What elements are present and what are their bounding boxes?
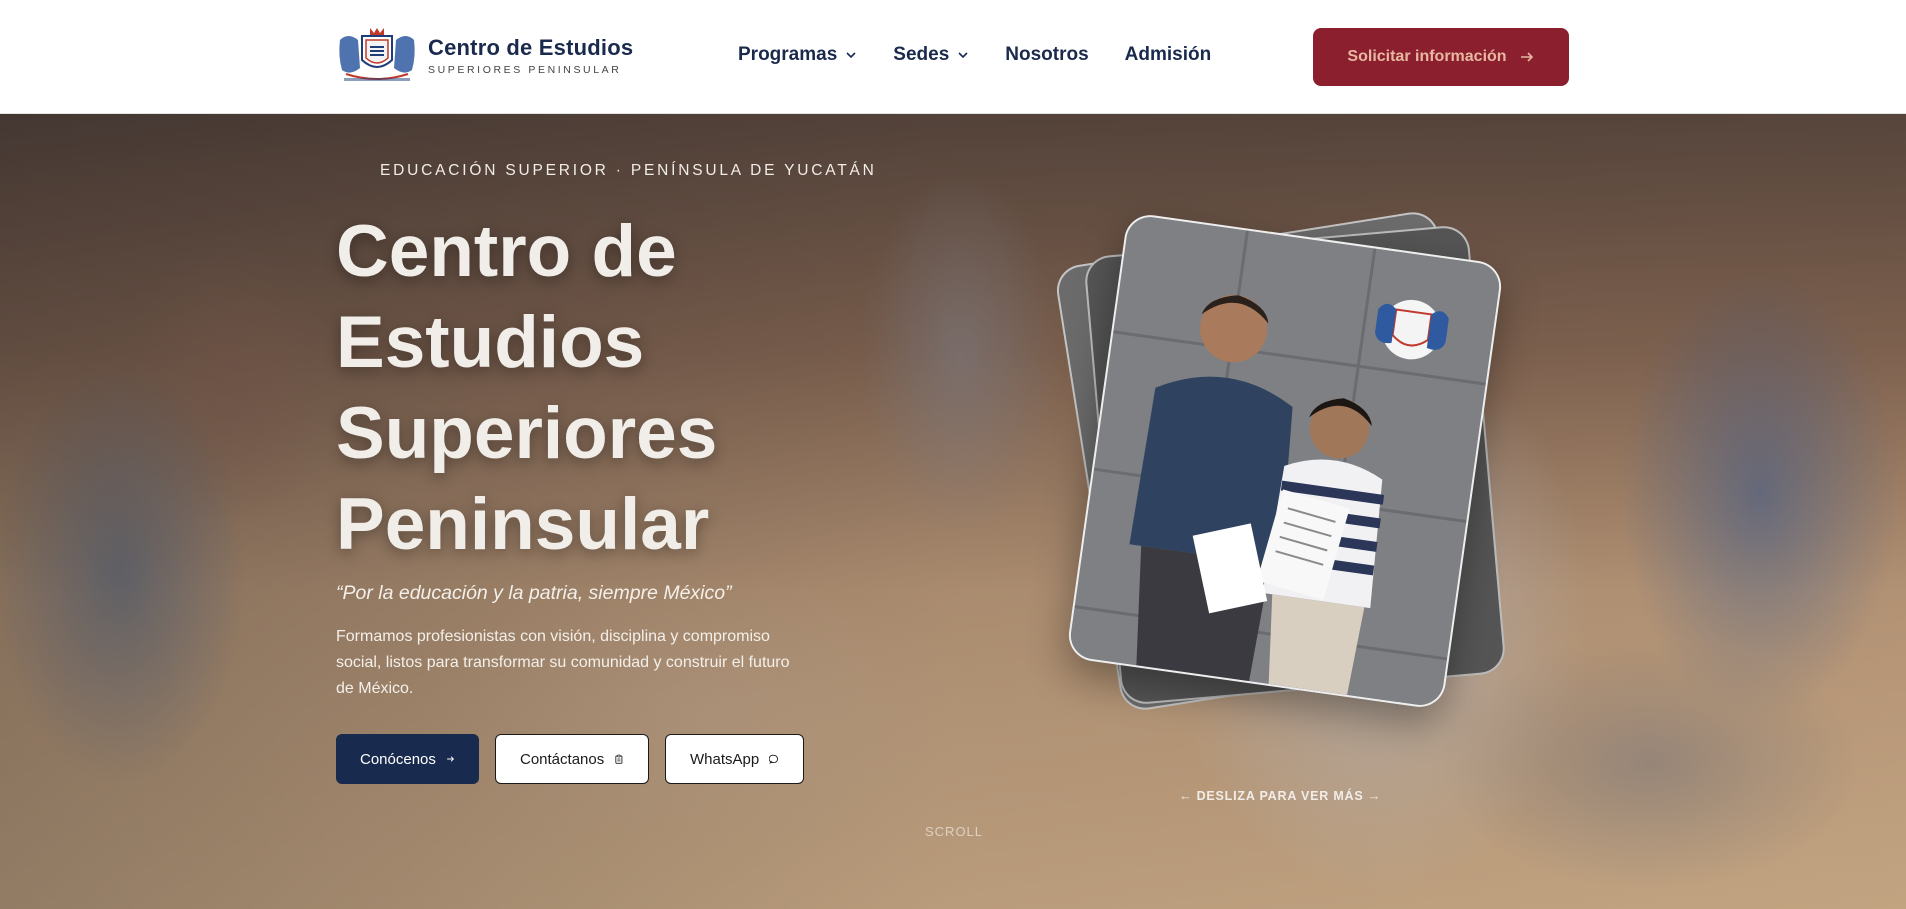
brand-title: Centro de Estudios	[428, 34, 634, 60]
hero-description: Formamos profesionistas con visión, disc…	[336, 628, 790, 697]
request-info-button[interactable]: Solicitar información	[1313, 28, 1569, 86]
hero-quote: “Por la educación y la patria, siempre M…	[336, 582, 732, 604]
nav-item-programas[interactable]: Programas	[738, 44, 857, 66]
brand-logo-link[interactable]: Centro de Estudios SUPERIORES PENINSULAR	[336, 26, 633, 84]
swipe-hint: ← DESLIZA PARA VER MÁS →	[1179, 789, 1382, 803]
graduates-photo	[1067, 214, 1503, 708]
chat-bubble-icon	[769, 754, 779, 764]
hero-eyebrow: EDUCACIÓN SUPERIOR · PENÍNSULA DE YUCATÁ…	[380, 162, 877, 179]
hero-title: Centro de Estudios Superiores Peninsular	[336, 211, 718, 565]
contactanos-button[interactable]: Contáctanos	[495, 734, 649, 784]
hero-actions: Conócenos Contáctanos WhatsApp	[336, 734, 804, 784]
nav-item-sedes[interactable]: Sedes	[893, 44, 969, 66]
whatsapp-label: WhatsApp	[690, 750, 760, 768]
nav-item-label: Nosotros	[1005, 44, 1089, 65]
main-nav: Programas Sedes Nosotros Admisión	[738, 44, 1211, 66]
crest-logo-icon	[339, 28, 415, 81]
nav-item-label: Admisión	[1124, 44, 1212, 65]
conocenos-button[interactable]: Conócenos	[336, 734, 479, 784]
nav-item-admision[interactable]: Admisión	[1125, 44, 1212, 66]
arrow-right-icon	[1520, 52, 1533, 62]
arrow-right-icon	[447, 756, 454, 762]
nav-item-nosotros[interactable]: Nosotros	[1005, 44, 1088, 66]
chevron-down-icon	[846, 52, 856, 59]
nav-item-label: Sedes	[893, 44, 950, 65]
request-info-label: Solicitar información	[1347, 48, 1507, 65]
chevron-down-icon	[958, 52, 968, 59]
hero-section: EDUCACIÓN SUPERIOR · PENÍNSULA DE YUCATÁ…	[0, 114, 1906, 909]
photo-carousel-card[interactable]	[1065, 211, 1505, 711]
nav-item-label: Programas	[738, 44, 838, 65]
brand-subtitle: SUPERIORES PENINSULAR	[428, 63, 622, 76]
whatsapp-button[interactable]: WhatsApp	[665, 734, 804, 784]
contactanos-label: Contáctanos	[520, 750, 605, 768]
hero-background-image	[0, 114, 1906, 909]
site-header: Centro de Estudios SUPERIORES PENINSULAR…	[0, 0, 1906, 114]
scroll-indicator[interactable]: SCROLL	[925, 824, 983, 839]
clipboard-icon	[615, 754, 623, 764]
conocenos-label: Conócenos	[360, 750, 436, 768]
